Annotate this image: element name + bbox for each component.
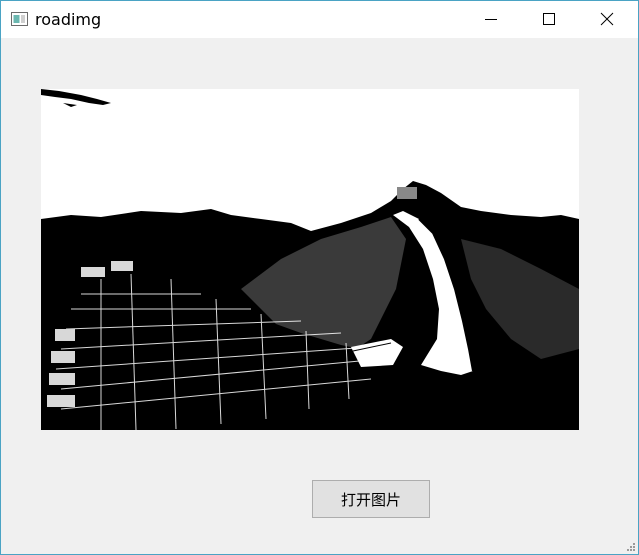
title-bar[interactable]: roadimg: [1, 1, 638, 38]
window-title: roadimg: [35, 10, 102, 29]
app-window: roadimg 打开图片: [0, 0, 639, 555]
close-button[interactable]: [578, 1, 636, 38]
great-wall-picture: [41, 89, 579, 430]
minimize-button[interactable]: [462, 1, 520, 38]
maximize-button[interactable]: [520, 1, 578, 38]
maximize-icon: [543, 13, 555, 25]
minimize-icon: [485, 19, 497, 20]
app-window-icon: [11, 12, 28, 26]
open-image-button[interactable]: 打开图片: [312, 480, 430, 518]
great-wall-image: [41, 89, 579, 430]
close-icon: [600, 12, 614, 26]
resize-grip-icon[interactable]: [626, 542, 636, 552]
